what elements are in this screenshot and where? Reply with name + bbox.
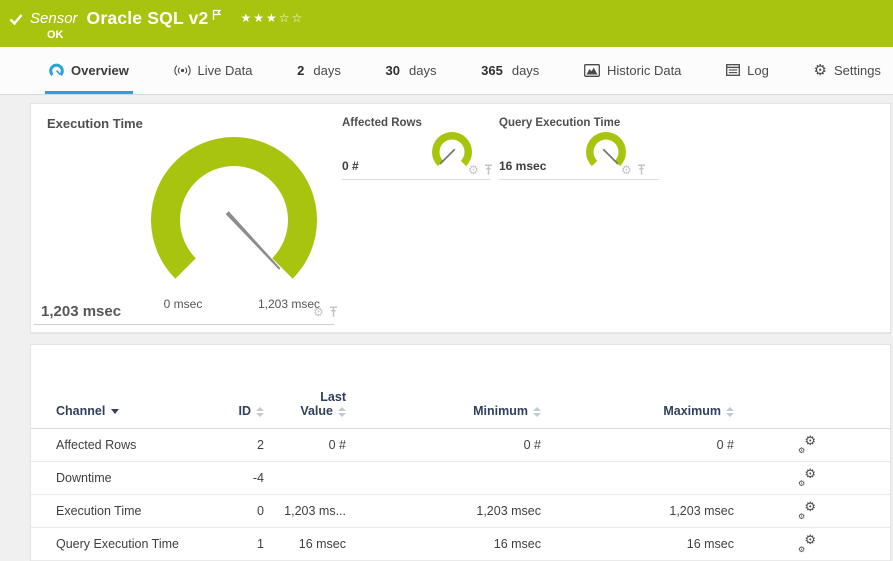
- object-kind-label: Sensor: [30, 10, 78, 27]
- sensor-name: Oracle SQL v2: [86, 8, 209, 28]
- channel-minimum: 0 #: [523, 438, 541, 452]
- tab-label: days: [408, 62, 437, 78]
- tab-historic-data[interactable]: Historic Data: [580, 47, 685, 94]
- tab-label: Historic Data: [607, 62, 682, 78]
- sensor-tabbar: Overview Live Data 2 days 30 days 365 da…: [0, 47, 893, 95]
- channel-settings-icon[interactable]: ⚙ ⚙: [798, 433, 816, 455]
- sort-icon: [256, 406, 264, 417]
- table-row: Query Execution Time 1 16 msec 16 msec 1…: [31, 528, 890, 561]
- tab-live-data[interactable]: Live Data: [170, 47, 257, 94]
- table-row: Execution Time 0 1,203 ms... 1,203 msec …: [31, 495, 890, 528]
- tab-number: 365: [481, 62, 503, 78]
- tab-30-days[interactable]: 30 days: [382, 47, 441, 94]
- channel-gear-icon[interactable]: ⚙: [468, 164, 479, 176]
- sensor-header: Sensor Oracle SQL v2 ★★★☆☆ OK: [0, 0, 893, 47]
- gauge-needle: [602, 148, 619, 165]
- table-row: Affected Rows 2 0 # 0 # 0 # ⚙ ⚙: [31, 429, 890, 462]
- tab-2-days[interactable]: 2 days: [293, 47, 345, 94]
- tab-label: days: [511, 62, 540, 78]
- pin-icon[interactable]: [329, 306, 338, 318]
- main-gauge-title: Execution Time: [47, 116, 143, 131]
- channel-id: -4: [252, 471, 264, 485]
- channel-id: 1: [257, 537, 264, 551]
- tab-log[interactable]: Log: [722, 47, 773, 94]
- tab-365-days[interactable]: 365 days: [477, 47, 543, 94]
- column-header-id[interactable]: ID: [206, 404, 264, 418]
- table-header-row: Channel ID Last Value Minimum Maximum: [31, 345, 890, 429]
- channel-settings-icon[interactable]: ⚙ ⚙: [798, 532, 816, 554]
- cell-divider: [499, 179, 659, 180]
- column-header-minimum[interactable]: Minimum: [346, 404, 541, 418]
- execution-time-gauge: [151, 137, 317, 279]
- prtg-sensor-page: Sensor Oracle SQL v2 ★★★☆☆ OK Overview L…: [0, 0, 893, 561]
- channel-id: 0: [257, 504, 264, 518]
- channel-name: Affected Rows: [56, 438, 137, 452]
- query-execution-gauge-value: 16 msec: [499, 159, 547, 173]
- channels-panel: Channel ID Last Value Minimum Maximum Af…: [30, 344, 891, 561]
- channel-name: Query Execution Time: [56, 537, 179, 551]
- gauge-needle: [225, 211, 281, 270]
- area-chart-icon: [584, 63, 600, 77]
- priority-flag-icon[interactable]: [212, 9, 222, 21]
- channel-last-value: 16 msec: [298, 537, 346, 551]
- channel-gear-icon[interactable]: ⚙: [621, 164, 632, 176]
- tab-label: Live Data: [197, 62, 253, 78]
- pin-icon[interactable]: [484, 164, 493, 176]
- channel-maximum: 16 msec: [686, 537, 734, 551]
- channel-maximum: 1,203 msec: [669, 504, 734, 518]
- main-gauge-value: 1,203 msec: [41, 303, 122, 320]
- channel-id: 2: [257, 438, 264, 452]
- channel-gear-icon[interactable]: ⚙: [313, 306, 324, 318]
- channel-last-value: 0 #: [328, 438, 346, 452]
- column-header-maximum[interactable]: Maximum: [541, 404, 734, 418]
- affected-rows-gauge-value: 0 #: [342, 159, 359, 173]
- gauge-icon: [49, 63, 64, 77]
- channel-settings-icon[interactable]: ⚙ ⚙: [798, 499, 816, 521]
- channel-minimum: 1,203 msec: [476, 504, 541, 518]
- tab-label: Overview: [71, 62, 129, 78]
- ok-check-icon: [9, 14, 23, 26]
- broadcast-icon: [173, 64, 191, 76]
- channel-minimum: 16 msec: [493, 537, 541, 551]
- channel-name: Execution Time: [56, 504, 142, 518]
- gauge-min-label: 0 msec: [163, 297, 203, 311]
- tab-overview[interactable]: Overview: [45, 47, 133, 94]
- gauges-panel: Execution Time 0 msec 1,203 msec 1,203 m…: [30, 103, 891, 333]
- channel-last-value: 1,203 ms...: [284, 504, 346, 518]
- column-header-channel[interactable]: Channel: [56, 404, 206, 418]
- tab-number: 30: [385, 62, 400, 78]
- table-row: Downtime -4 ⚙ ⚙: [31, 462, 890, 495]
- priority-stars[interactable]: ★★★☆☆: [240, 11, 304, 25]
- tab-label: days: [313, 62, 341, 78]
- channels-table: Channel ID Last Value Minimum Maximum Af…: [31, 345, 890, 561]
- affected-rows-gauge-title: Affected Rows: [342, 117, 422, 129]
- sort-icon: [726, 406, 734, 417]
- cell-divider: [342, 179, 490, 180]
- gauge-needle: [439, 148, 456, 165]
- status-badge: OK: [47, 29, 64, 41]
- channel-maximum: 0 #: [716, 438, 734, 452]
- channel-settings-icon[interactable]: ⚙ ⚙: [798, 466, 816, 488]
- tab-label: Settings: [833, 62, 881, 78]
- channel-name: Downtime: [56, 471, 112, 485]
- sort-icon: [338, 406, 346, 417]
- sort-descending-icon: [111, 409, 120, 415]
- tab-settings[interactable]: ⚙ Settings: [810, 47, 885, 94]
- tab-label: Log: [747, 62, 769, 78]
- gear-icon: ⚙: [813, 61, 827, 79]
- tab-number: 2: [297, 62, 305, 78]
- sort-icon: [533, 406, 541, 417]
- log-icon: [726, 64, 741, 76]
- column-header-last-value[interactable]: Last Value: [264, 390, 346, 418]
- pin-icon[interactable]: [637, 164, 646, 176]
- cell-divider: [34, 324, 334, 325]
